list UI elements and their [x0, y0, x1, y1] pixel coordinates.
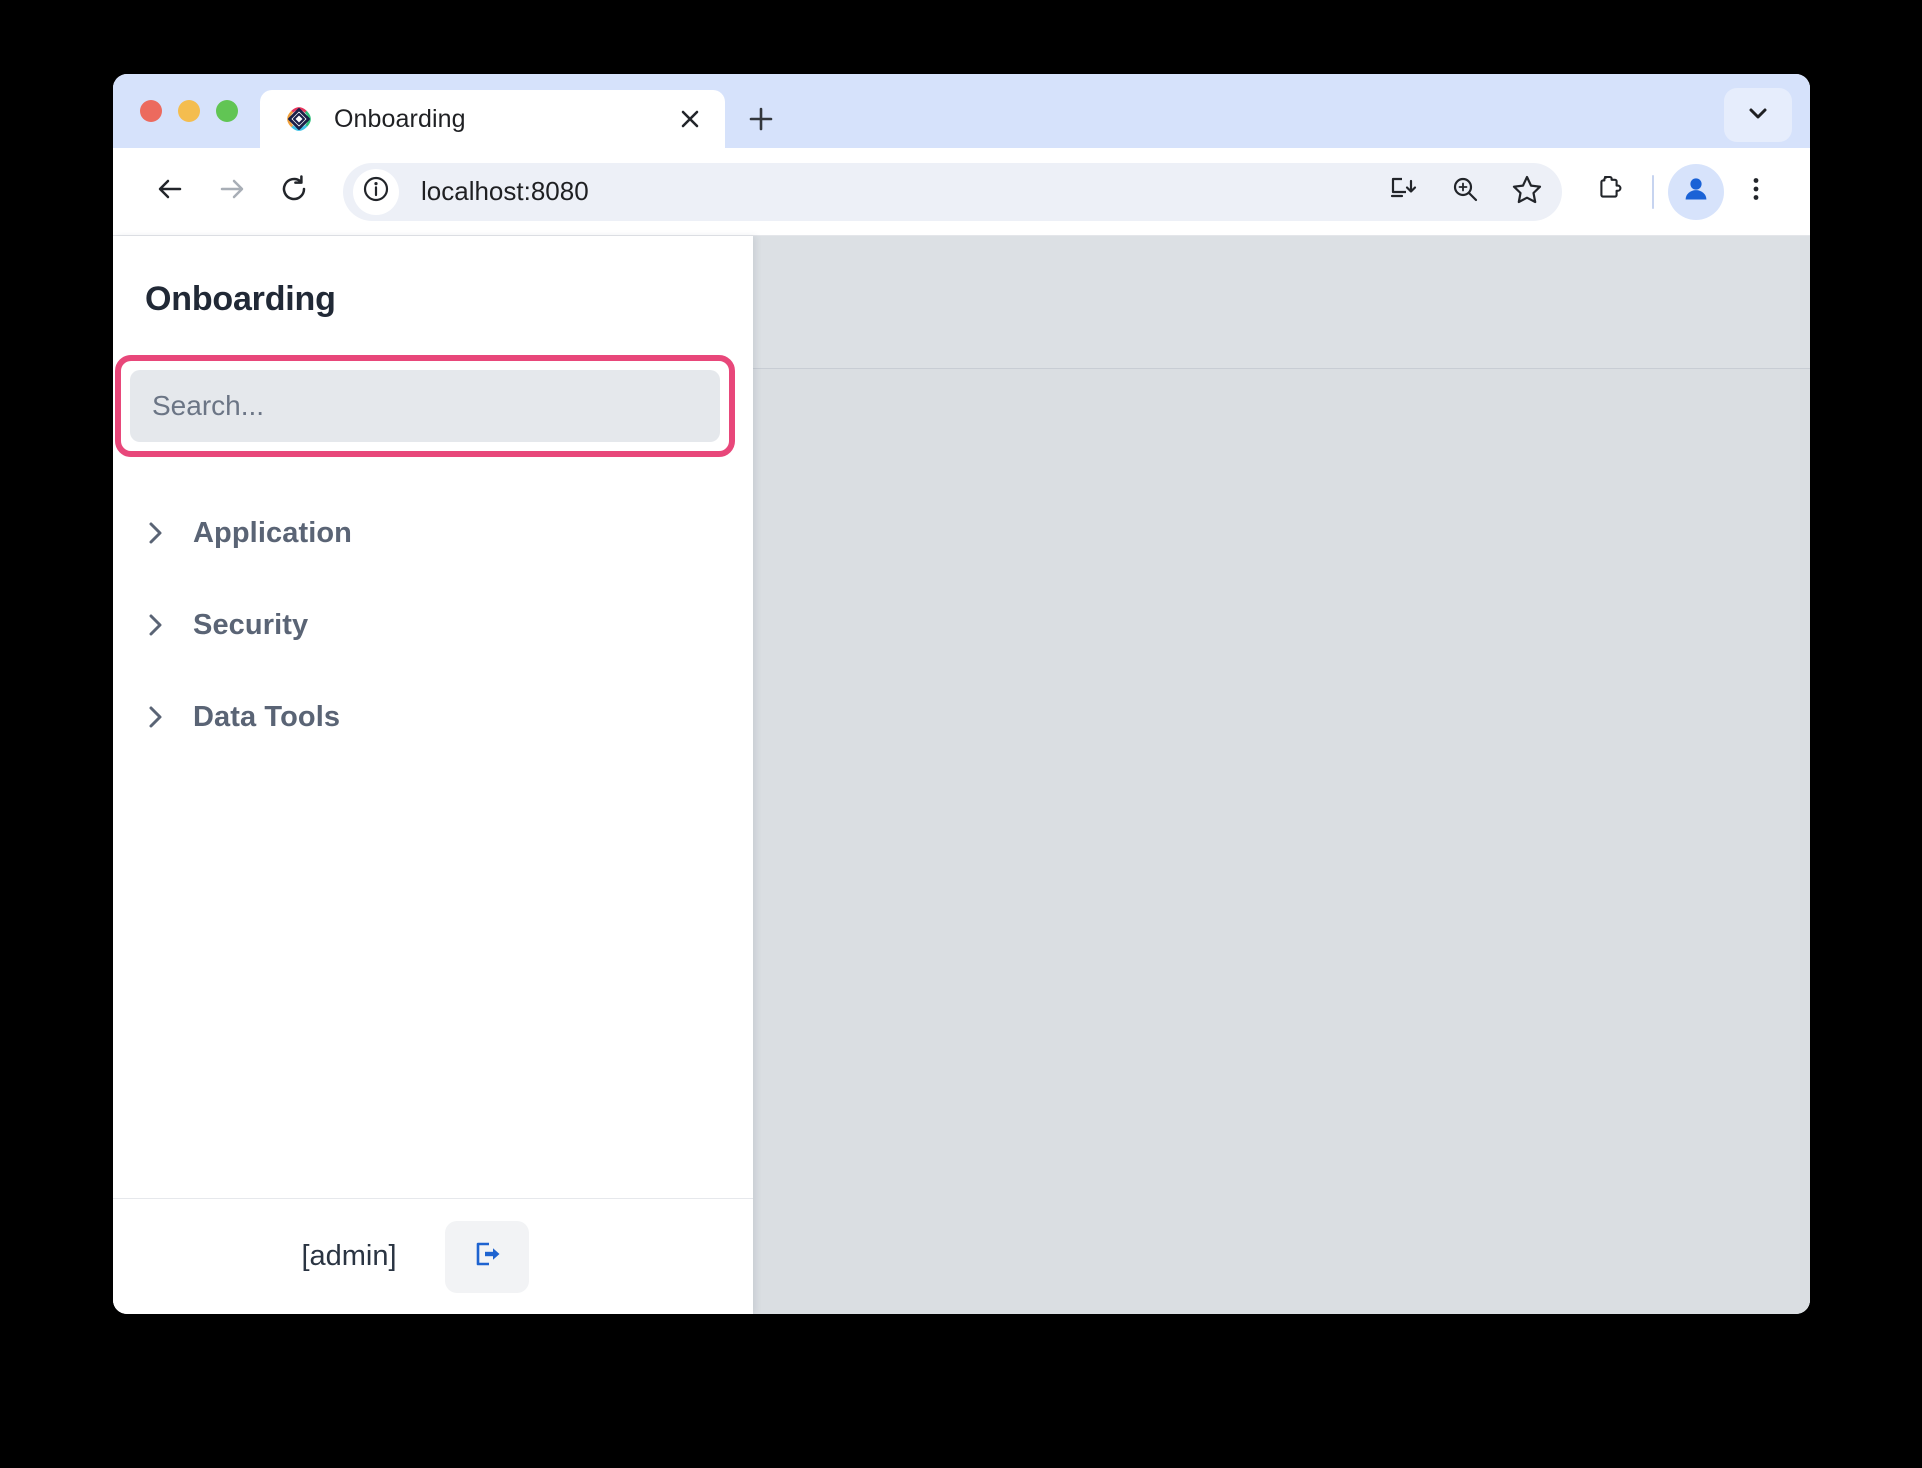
install-app-button[interactable] — [1374, 163, 1432, 221]
window-minimize-button[interactable] — [178, 100, 200, 122]
bookmark-button[interactable] — [1498, 163, 1556, 221]
sidebar-footer: [admin] — [113, 1198, 753, 1314]
reload-button[interactable] — [263, 161, 325, 223]
browser-window: Onboarding localhost:8080 Onboarding Sea… — [113, 74, 1810, 1314]
profile-button[interactable] — [1668, 163, 1724, 220]
page-title: Onboarding — [145, 280, 336, 318]
search-highlight-box — [115, 355, 735, 457]
three-dot-menu-icon — [1742, 175, 1770, 208]
extensions-button[interactable] — [1578, 162, 1638, 222]
back-arrow-icon — [154, 173, 186, 210]
chevron-right-icon — [143, 701, 169, 733]
install-app-icon — [1388, 174, 1418, 209]
browser-toolbar: localhost:8080 — [113, 148, 1810, 236]
star-icon — [1511, 173, 1543, 210]
omnibox-actions — [1374, 163, 1562, 221]
back-button[interactable] — [139, 161, 201, 223]
browser-menu-button[interactable] — [1726, 162, 1786, 222]
sidebar-group-label: Data Tools — [193, 700, 341, 733]
puzzle-piece-icon — [1592, 173, 1624, 210]
tab-search-button[interactable] — [1724, 88, 1792, 142]
tab-close-icon[interactable] — [673, 102, 707, 136]
sidebar-nav-list: Application Security Data Tools — [113, 487, 753, 1198]
zoom-button[interactable] — [1436, 163, 1494, 221]
sidebar-group-application[interactable]: Application — [113, 487, 753, 579]
content-header-strip — [753, 236, 1810, 368]
page-viewport: Onboarding Application — [113, 236, 1810, 1314]
current-user-label: [admin] — [301, 1240, 397, 1272]
search-input[interactable] — [130, 370, 720, 442]
tab-strip-spacer — [789, 90, 1810, 148]
window-close-button[interactable] — [140, 100, 162, 122]
sidebar-group-security[interactable]: Security — [113, 579, 753, 671]
logout-icon — [469, 1236, 505, 1277]
toolbar-right-actions — [1578, 162, 1786, 222]
toolbar-divider — [1652, 174, 1654, 209]
profile-avatar-icon — [1680, 173, 1712, 210]
reload-icon — [278, 173, 310, 210]
sidebar-group-label: Security — [193, 608, 309, 641]
address-bar[interactable]: localhost:8080 — [343, 162, 1562, 221]
main-content-area — [753, 236, 1810, 1314]
chevron-right-icon — [143, 609, 169, 641]
forward-arrow-icon — [216, 173, 248, 210]
screen: Onboarding localhost:8080 Onboarding Sea… — [0, 0, 1922, 1468]
logout-button[interactable] — [444, 1220, 529, 1293]
window-traffic-lights — [113, 74, 260, 148]
sidebar-group-label: Application — [193, 516, 352, 549]
zoom-in-icon — [1450, 174, 1480, 209]
chevron-right-icon — [143, 517, 169, 549]
browser-tab-title: Onboarding — [334, 104, 466, 133]
sidebar-group-data-tools[interactable]: Data Tools — [113, 671, 753, 763]
chevron-down-icon — [1745, 100, 1771, 131]
forward-button[interactable] — [201, 161, 263, 223]
browser-tab-onboarding[interactable]: Onboarding — [260, 90, 725, 148]
info-circle-icon — [361, 174, 391, 209]
tab-strip: Onboarding — [113, 74, 1810, 148]
address-bar-url: localhost:8080 — [421, 176, 589, 206]
app-sidebar: Onboarding Application — [113, 236, 753, 1314]
content-divider — [753, 368, 1810, 369]
window-maximize-button[interactable] — [216, 100, 238, 122]
new-tab-button[interactable] — [733, 90, 789, 148]
site-info-button[interactable] — [353, 168, 399, 215]
diamond-logo-icon — [282, 102, 316, 136]
